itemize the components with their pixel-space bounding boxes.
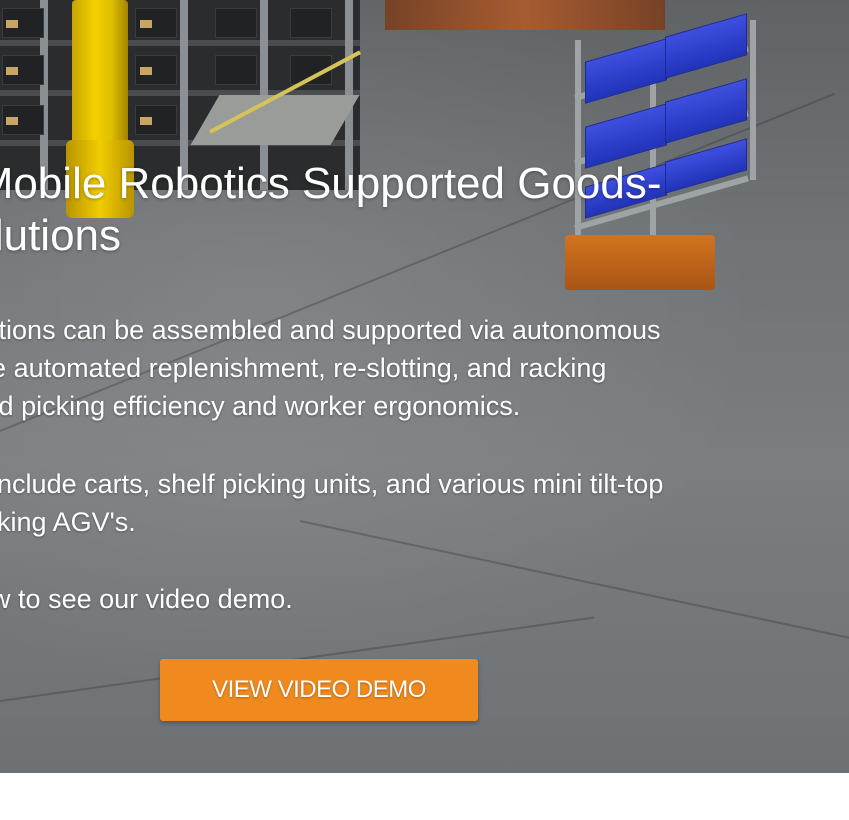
paragraph-line: o picking AGV's. — [0, 507, 136, 537]
hero-section: d Mobile Robotics Supported Goods- Solut… — [0, 0, 849, 773]
paragraph-line: below to see our video demo. — [0, 584, 293, 614]
headline-line: d Mobile Robotics Supported Goods- — [0, 159, 662, 208]
page-below-hero — [0, 773, 849, 820]
view-video-demo-button[interactable]: VIEW VIDEO DEMO — [160, 659, 478, 721]
cta-label: VIEW VIDEO DEMO — [212, 676, 426, 703]
headline-line: Solutions — [0, 211, 122, 260]
hero-headline: d Mobile Robotics Supported Goods- Solut… — [0, 158, 849, 262]
hero-paragraph-1: n stations can be assembled and supporte… — [0, 311, 849, 425]
paragraph-line: sed include carts, shelf picking units, … — [0, 469, 664, 499]
background-platform — [190, 95, 360, 145]
hero-paragraph-2: sed include carts, shelf picking units, … — [0, 465, 849, 541]
paragraph-line: n stations can be assembled and supporte… — [0, 315, 661, 345]
hero-paragraph-3: below to see our video demo. — [0, 580, 849, 618]
paragraph-line: anced picking efficiency and worker ergo… — [0, 391, 521, 421]
paragraph-line: nable automated replenishment, re-slotti… — [0, 353, 607, 383]
